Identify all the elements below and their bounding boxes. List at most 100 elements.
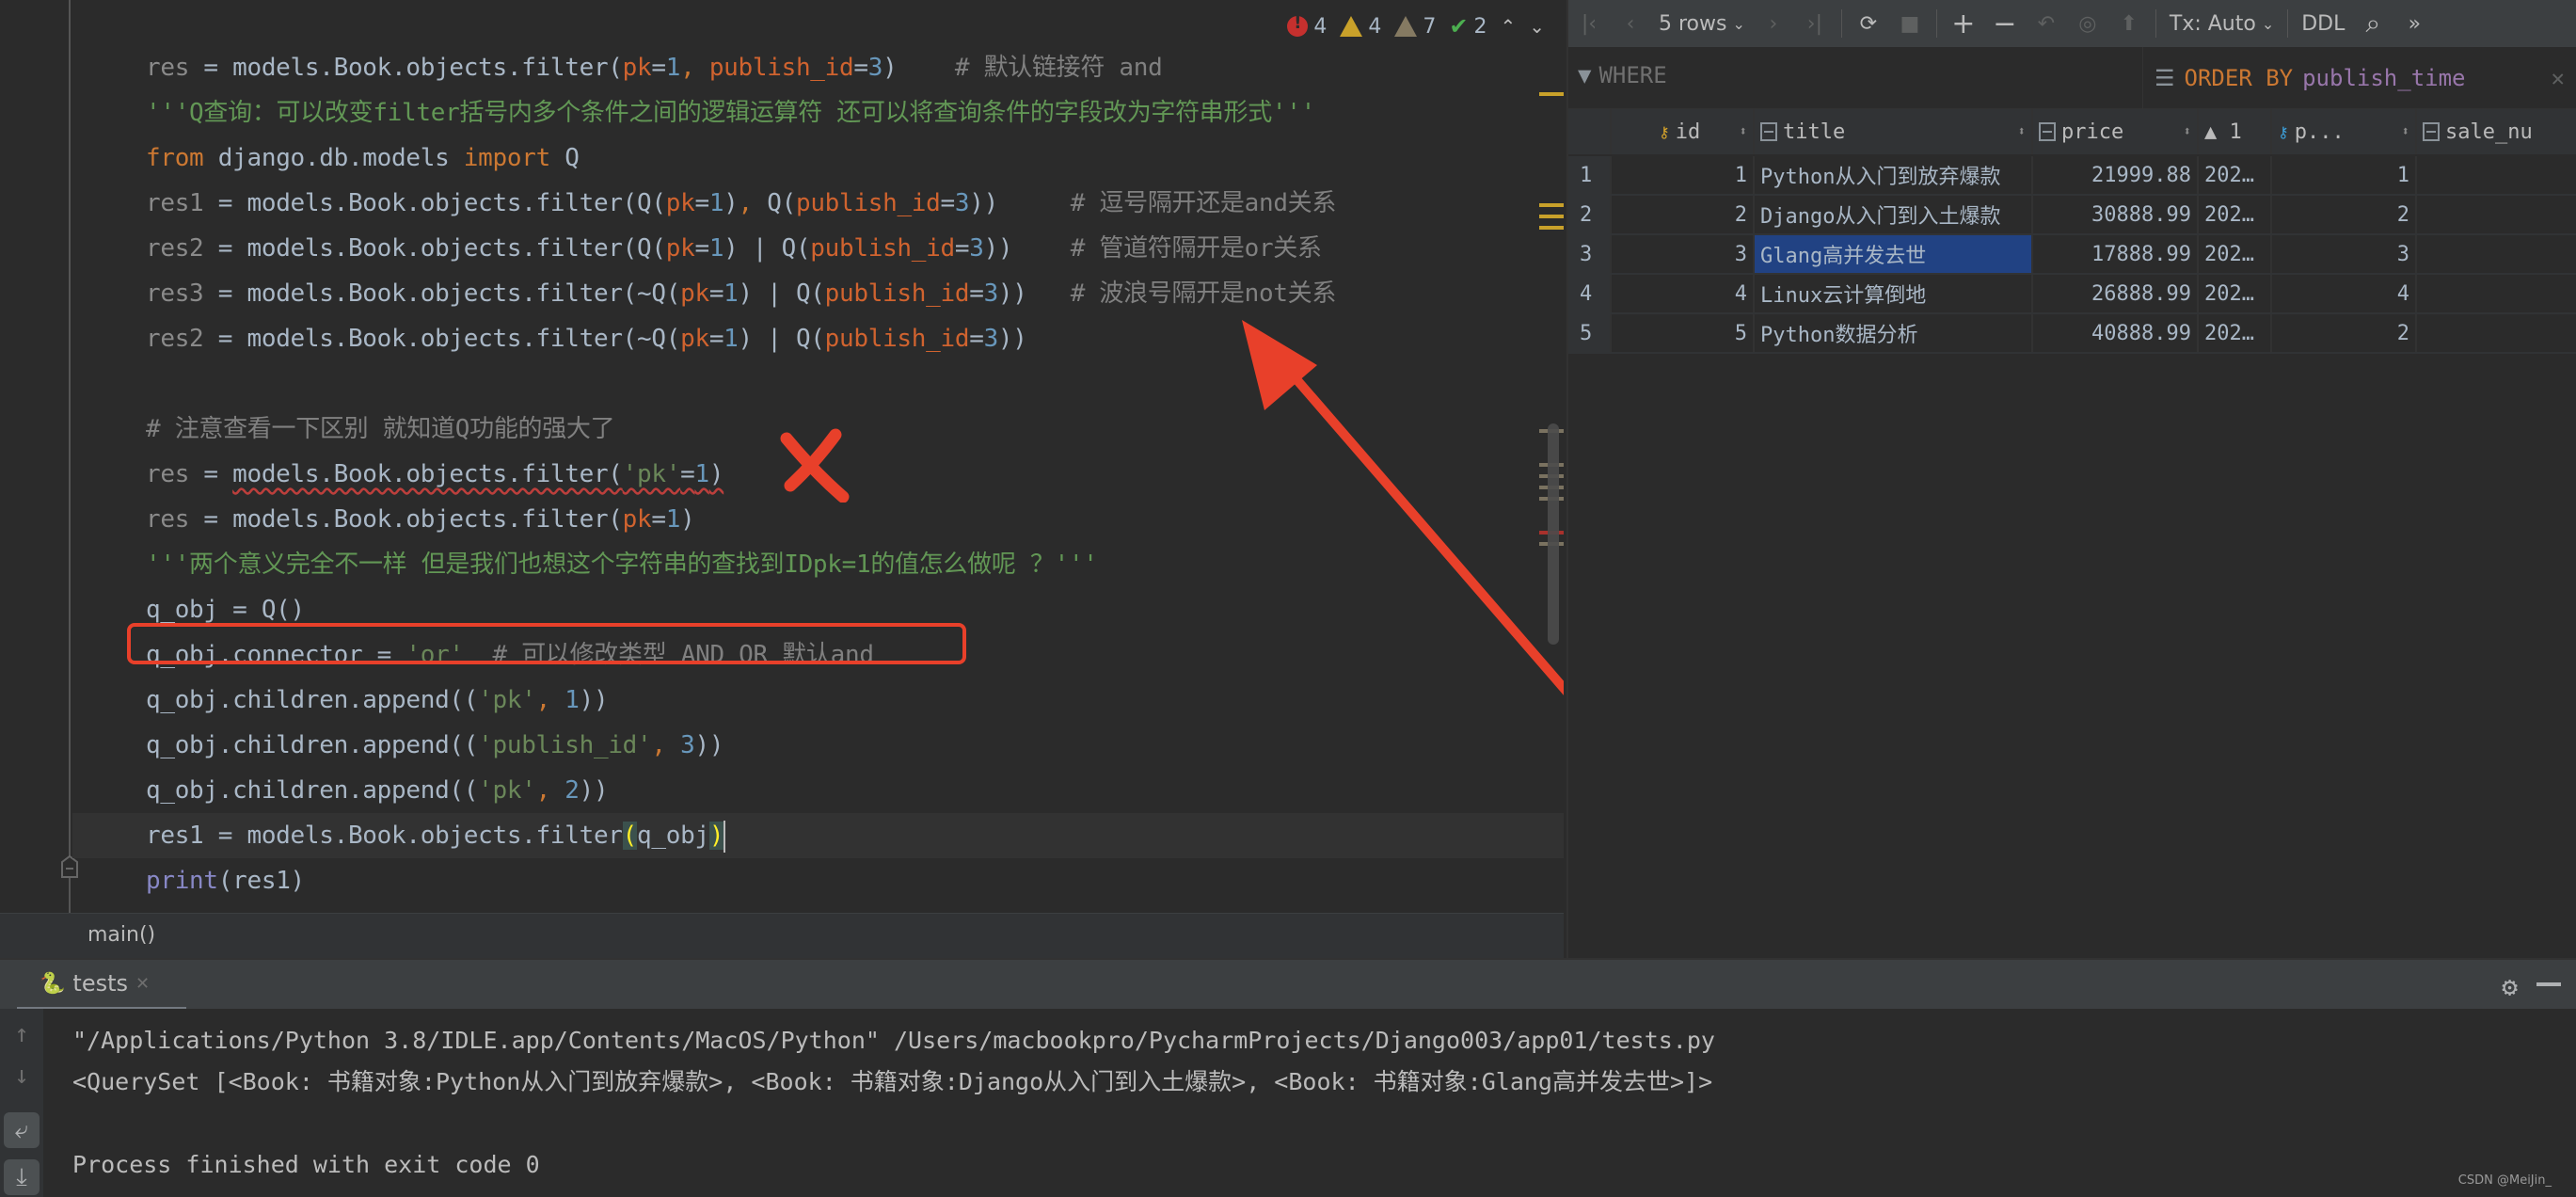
code-line[interactable]: res1 = models.Book.objects.filter(Q(pk=1… bbox=[146, 181, 1336, 226]
typos-indicator[interactable]: ✔ 2 bbox=[1449, 13, 1487, 40]
cell-price[interactable]: 17888.99 bbox=[2033, 235, 2199, 273]
column-header-price[interactable]: price ⬍ bbox=[2033, 109, 2199, 154]
row-number[interactable]: 5 bbox=[1568, 314, 1612, 352]
cell-publish-time[interactable]: 202… bbox=[2199, 235, 2272, 273]
gear-icon[interactable]: ⚙ bbox=[2502, 971, 2518, 1002]
previous-highlight-icon[interactable]: ⌃ bbox=[1500, 15, 1516, 38]
table-row[interactable]: 5 5 Python数据分析 40888.99 202… 2 bbox=[1568, 314, 2576, 354]
transaction-mode-dropdown[interactable]: Tx: Auto ⌄ bbox=[2162, 0, 2282, 47]
order-by-input[interactable]: ☰ ORDER BY publish_time ✕ bbox=[2142, 47, 2576, 109]
row-number[interactable]: 1 bbox=[1568, 156, 1612, 194]
delete-row-icon[interactable]: − bbox=[1984, 0, 2026, 47]
view-query-icon[interactable]: ◎ bbox=[2067, 0, 2108, 47]
cell-publish-time[interactable]: 202… bbox=[2199, 314, 2272, 352]
first-page-icon[interactable]: |‹ bbox=[1568, 0, 1610, 47]
code-line[interactable]: q_obj.children.append(('pk', 1)) bbox=[146, 678, 609, 723]
code-line[interactable]: q_obj.children.append(('publish_id', 3)) bbox=[146, 723, 724, 768]
row-number[interactable]: 3 bbox=[1568, 235, 1612, 273]
cell-sale-num[interactable] bbox=[2417, 275, 2576, 312]
cell-id[interactable]: 5 bbox=[1612, 314, 1755, 352]
breadcrumb[interactable]: main() bbox=[0, 913, 1564, 958]
cell-publish-id[interactable]: 2 bbox=[2272, 196, 2417, 233]
code-line[interactable]: res2 = models.Book.objects.filter(~Q(pk=… bbox=[146, 316, 1027, 361]
cell-publish-id[interactable]: 1 bbox=[2272, 156, 2417, 194]
cell-price[interactable]: 26888.99 bbox=[2033, 275, 2199, 312]
more-actions-icon[interactable]: » bbox=[2393, 0, 2435, 47]
sort-toggle-icon[interactable]: ⬍ bbox=[2018, 124, 2026, 139]
code-line[interactable]: res3 = models.Book.objects.filter(~Q(pk=… bbox=[146, 271, 1336, 316]
cell-title[interactable]: Django从入门到入土爆款 bbox=[1755, 196, 2033, 233]
up-arrow-icon[interactable]: ↑ bbox=[4, 1016, 40, 1052]
code-line[interactable]: q_obj.children.append(('pk', 2)) bbox=[146, 768, 609, 813]
soft-wrap-icon[interactable]: ⤶ bbox=[4, 1112, 40, 1148]
column-header-publish-id[interactable]: ⚷ p... ⬍ bbox=[2272, 109, 2417, 154]
code-line[interactable]: '''Q查询：可以改变filter括号内多个条件之间的逻辑运算符 还可以将查询条… bbox=[146, 90, 1315, 136]
column-header-title[interactable]: title ⬍ bbox=[1755, 109, 2033, 154]
last-page-icon[interactable]: ›| bbox=[1794, 0, 1836, 47]
row-number[interactable]: 4 bbox=[1568, 275, 1612, 312]
code-line[interactable]: # 注意查看一下区别 就知道Q功能的强大了 bbox=[146, 407, 615, 452]
cell-id[interactable]: 3 bbox=[1612, 235, 1755, 273]
code-line[interactable]: print(res1) bbox=[146, 858, 305, 903]
sort-toggle-icon[interactable]: ⬍ bbox=[2402, 124, 2409, 139]
scroll-to-end-icon[interactable]: ⤓ bbox=[4, 1159, 40, 1195]
column-header-publish-time[interactable]: ▲ 1 bbox=[2199, 109, 2272, 154]
warnings-indicator[interactable]: 4 bbox=[1340, 15, 1381, 39]
submit-icon[interactable]: ⬆ bbox=[2108, 0, 2150, 47]
minimize-icon[interactable] bbox=[2536, 982, 2561, 986]
cell-price[interactable]: 40888.99 bbox=[2033, 314, 2199, 352]
column-header-sale-num[interactable]: sale_nu bbox=[2417, 109, 2576, 154]
code-line[interactable]: res2 = models.Book.objects.filter(Q(pk=1… bbox=[146, 226, 1322, 271]
table-row[interactable]: 3 3 Glang高并发去世 17888.99 202… 3 bbox=[1568, 235, 2576, 275]
refresh-icon[interactable]: ⟳ bbox=[1848, 0, 1889, 47]
ddl-button[interactable]: DDL bbox=[2294, 0, 2352, 47]
revert-icon[interactable]: ↶ bbox=[2026, 0, 2067, 47]
cell-title[interactable]: Python数据分析 bbox=[1755, 314, 2033, 352]
breadcrumb-function[interactable]: main() bbox=[87, 923, 155, 947]
weak-warnings-indicator[interactable]: 7 bbox=[1394, 15, 1436, 39]
cell-id[interactable]: 1 bbox=[1612, 156, 1755, 194]
rows-count-dropdown[interactable]: 5 rows ⌄ bbox=[1651, 0, 1753, 47]
cell-sale-num[interactable] bbox=[2417, 235, 2576, 273]
code-line[interactable]: res1 = models.Book.objects.filter(q_obj) bbox=[72, 813, 1564, 858]
search-icon[interactable]: ⌕ bbox=[2352, 0, 2393, 47]
cell-publish-id[interactable]: 2 bbox=[2272, 314, 2417, 352]
warning-marker[interactable] bbox=[1539, 226, 1564, 230]
cell-publish-time[interactable]: 202… bbox=[2199, 196, 2272, 233]
cell-sale-num[interactable] bbox=[2417, 196, 2576, 233]
sort-toggle-icon[interactable]: ⬍ bbox=[2184, 124, 2191, 139]
clear-order-icon[interactable]: ✕ bbox=[2552, 65, 2565, 91]
previous-page-icon[interactable]: ‹ bbox=[1610, 0, 1651, 47]
warning-marker[interactable] bbox=[1539, 215, 1564, 218]
errors-indicator[interactable]: 4 bbox=[1287, 13, 1327, 39]
cell-publish-time[interactable]: 202… bbox=[2199, 275, 2272, 312]
run-tab-tests[interactable]: 🐍 tests ✕ bbox=[17, 960, 186, 1011]
cell-sale-num[interactable] bbox=[2417, 156, 2576, 194]
code-line[interactable]: '''两个意义完全不一样 但是我们也想这个字符串的查找到IDpk=1的值怎么做呢… bbox=[146, 542, 1098, 587]
cell-title[interactable]: Linux云计算倒地 bbox=[1755, 275, 2033, 312]
inspection-widget[interactable]: 4 4 7 ✔2 ⌃ ⌄ bbox=[1287, 8, 1545, 45]
close-tab-icon[interactable]: ✕ bbox=[135, 974, 150, 994]
cell-sale-num[interactable] bbox=[2417, 314, 2576, 352]
stop-icon[interactable]: ■ bbox=[1889, 0, 1931, 47]
cell-id[interactable]: 4 bbox=[1612, 275, 1755, 312]
code-line[interactable]: res = models.Book.objects.filter(pk=1, p… bbox=[146, 45, 1163, 90]
warning-marker[interactable] bbox=[1539, 203, 1564, 207]
cell-publish-time[interactable]: 202… bbox=[2199, 156, 2272, 194]
results-grid[interactable]: ⚷ id ⬍ title ⬍ price ⬍ ▲ 1 ⚷ p... ⬍ sale_nu 11… bbox=[1568, 109, 2576, 354]
code-line[interactable]: from django.db.models import Q bbox=[146, 136, 580, 181]
down-arrow-icon[interactable]: ↓ bbox=[4, 1058, 40, 1093]
code-editor[interactable]: res = models.Book.objects.filter(pk=1, p… bbox=[0, 0, 1564, 913]
cell-title[interactable]: Glang高并发去世 bbox=[1755, 235, 2033, 273]
cell-title[interactable]: Python从入门到放弃爆款 bbox=[1755, 156, 2033, 194]
run-console[interactable]: ↑ ↓ ⤶ ⤓ "/Applications/Python 3.8/IDLE.a… bbox=[0, 1009, 2576, 1197]
where-filter-input[interactable]: ▼ WHERE bbox=[1578, 62, 1667, 88]
code-line[interactable]: res = models.Book.objects.filter(pk=1) bbox=[146, 497, 695, 542]
cell-id[interactable]: 2 bbox=[1612, 196, 1755, 233]
column-header-id[interactable]: ⚷ id ⬍ bbox=[1612, 109, 1755, 154]
code-line[interactable]: res = models.Book.objects.filter('pk'=1) bbox=[146, 452, 724, 497]
cell-price[interactable]: 21999.88 bbox=[2033, 156, 2199, 194]
add-row-icon[interactable]: + bbox=[1943, 0, 1984, 47]
cell-publish-id[interactable]: 3 bbox=[2272, 235, 2417, 273]
table-row[interactable]: 2 2 Django从入门到入土爆款 30888.99 202… 2 bbox=[1568, 196, 2576, 235]
